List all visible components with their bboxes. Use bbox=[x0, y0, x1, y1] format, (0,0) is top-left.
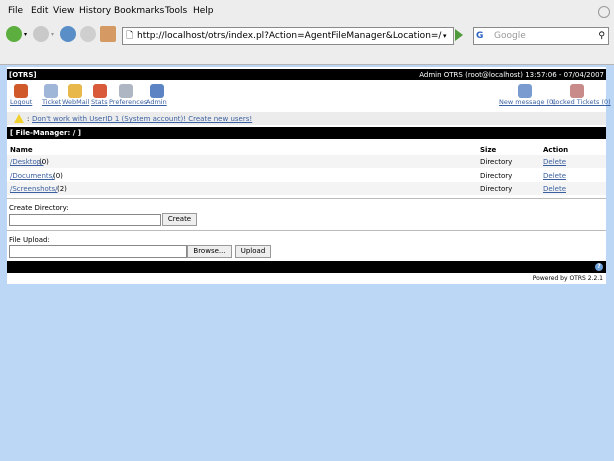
col-action: Action bbox=[543, 146, 569, 154]
webmail-icon[interactable] bbox=[68, 84, 82, 98]
stop-icon[interactable] bbox=[80, 26, 96, 42]
table-row bbox=[7, 155, 606, 168]
nav-logout[interactable]: Logout bbox=[10, 98, 32, 106]
help-icon[interactable]: ? bbox=[595, 263, 603, 271]
warning-icon bbox=[14, 114, 24, 123]
otrs-page: [OTRS] Admin OTRS (root@localhost) 13:57… bbox=[7, 67, 611, 284]
nav-preferences[interactable]: Preferences bbox=[109, 98, 147, 106]
home-icon[interactable] bbox=[100, 26, 116, 42]
menu-bookmarks[interactable]: Bookmarks bbox=[114, 6, 164, 16]
powered-by: Powered by OTRS 2.2.1 bbox=[532, 275, 603, 282]
header-bar: [OTRS] Admin OTRS (root@localhost) 13:57… bbox=[7, 69, 606, 80]
divider bbox=[7, 230, 606, 231]
menu-edit[interactable]: Edit bbox=[31, 6, 48, 16]
nav-ticket[interactable]: Ticket bbox=[42, 98, 61, 106]
ticket-icon[interactable] bbox=[44, 84, 58, 98]
go-icon[interactable] bbox=[455, 29, 463, 41]
delete-link[interactable]: Delete bbox=[543, 158, 566, 166]
preferences-icon[interactable] bbox=[119, 84, 133, 98]
warning-bar: : Don't work with UserID 1 (System accou… bbox=[7, 112, 606, 125]
user-info: Admin OTRS (root@localhost) 13:57:06 - 0… bbox=[419, 71, 604, 79]
create-button[interactable]: Create bbox=[162, 213, 197, 226]
bookmarks-toolbar bbox=[0, 48, 614, 65]
create-dir-input[interactable] bbox=[9, 214, 161, 226]
upload-file-input[interactable] bbox=[9, 245, 187, 258]
dir-link[interactable]: /Screenshots/ bbox=[10, 185, 58, 193]
back-dropdown-icon[interactable]: ▾ bbox=[24, 31, 27, 38]
upload-button[interactable]: Upload bbox=[235, 245, 271, 258]
search-placeholder: Google bbox=[494, 31, 526, 41]
dir-size: Directory bbox=[480, 172, 513, 180]
warning-link[interactable]: Don't work with UserID 1 (System account… bbox=[32, 115, 252, 123]
magnifier-icon[interactable]: ⚲ bbox=[598, 28, 605, 44]
dir-count: (2) bbox=[57, 185, 67, 193]
forward-dropdown-icon[interactable]: ▾ bbox=[51, 31, 54, 38]
reload-icon[interactable] bbox=[60, 26, 76, 42]
delete-link[interactable]: Delete bbox=[543, 185, 566, 193]
new-message-link[interactable]: New message (0) bbox=[499, 98, 556, 106]
new-message-icon[interactable] bbox=[518, 84, 532, 98]
forward-arrow-icon[interactable] bbox=[33, 26, 49, 42]
menu-file[interactable]: File bbox=[8, 6, 23, 16]
table-row bbox=[7, 182, 606, 195]
nav-webmail[interactable]: WebMail bbox=[62, 98, 89, 106]
nav-stats[interactable]: Stats bbox=[91, 98, 108, 106]
dir-link[interactable]: /Documents/ bbox=[10, 172, 55, 180]
menu-view[interactable]: View bbox=[53, 6, 74, 16]
menu-history[interactable]: History bbox=[79, 6, 111, 16]
dir-count: (0) bbox=[53, 172, 63, 180]
nav-admin[interactable]: Admin bbox=[146, 98, 167, 106]
create-dir-label: Create Directory: bbox=[9, 204, 69, 212]
upload-label: File Upload: bbox=[9, 236, 50, 244]
logout-icon[interactable] bbox=[14, 84, 28, 98]
delete-link[interactable]: Delete bbox=[543, 172, 566, 180]
dir-count: (0) bbox=[39, 158, 49, 166]
page-icon: 🗋 bbox=[126, 31, 134, 41]
browse-button[interactable]: Browse... bbox=[187, 245, 232, 258]
col-name: Name bbox=[10, 146, 33, 154]
back-arrow-icon[interactable] bbox=[6, 26, 22, 42]
menu-tools[interactable]: Tools bbox=[165, 6, 187, 16]
dir-size: Directory bbox=[480, 158, 513, 166]
divider bbox=[7, 198, 606, 199]
browser-menubar: File Edit View History Bookmarks Tools H… bbox=[0, 0, 614, 22]
locked-tickets-icon[interactable] bbox=[570, 84, 584, 98]
throbber-icon bbox=[598, 6, 610, 18]
search-engine-icon[interactable]: G bbox=[476, 28, 488, 44]
admin-icon[interactable] bbox=[150, 84, 164, 98]
dir-size: Directory bbox=[480, 185, 513, 193]
footer-bar: ? bbox=[7, 261, 606, 273]
stats-icon[interactable] bbox=[93, 84, 107, 98]
url-bar[interactable]: 🗋 http://localhost/otrs/index.pl?Action=… bbox=[122, 27, 454, 45]
section-title: [ File-Manager: / ] bbox=[10, 129, 81, 137]
url-dropdown-icon[interactable]: ▾ bbox=[443, 28, 447, 44]
section-title-bar: [ File-Manager: / ] bbox=[7, 127, 606, 139]
search-box[interactable]: G Google ⚲ bbox=[473, 27, 609, 45]
url-text: http://localhost/otrs/index.pl?Action=Ag… bbox=[137, 31, 442, 41]
table-row bbox=[7, 169, 606, 182]
locked-tickets-link[interactable]: Locked Tickets (0) bbox=[552, 98, 611, 106]
col-size: Size bbox=[480, 146, 497, 154]
menu-help[interactable]: Help bbox=[193, 6, 214, 16]
app-title: [OTRS] bbox=[9, 71, 37, 79]
